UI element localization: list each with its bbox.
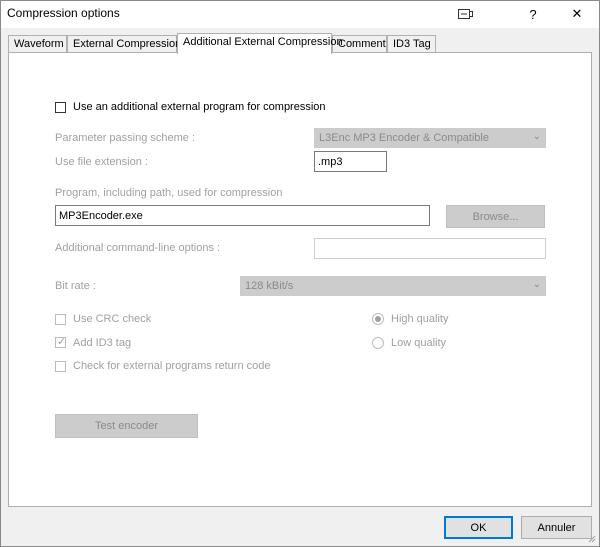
- radio-dot-icon: [375, 316, 381, 322]
- high-quality-radio[interactable]: [372, 313, 384, 325]
- bitrate-select[interactable]: 128 kBit/s ⌄: [240, 276, 546, 296]
- crc-check-label: Use CRC check: [73, 313, 152, 325]
- high-quality-label: High quality: [391, 313, 449, 325]
- program-path-input[interactable]: MP3Encoder.exe: [55, 205, 430, 226]
- title-bar: Compression options ? ✕: [0, 0, 600, 28]
- browse-button[interactable]: Browse...: [446, 205, 545, 228]
- context-help-icon[interactable]: [443, 0, 489, 28]
- param-scheme-label: Parameter passing scheme :: [55, 132, 196, 144]
- low-quality-radio[interactable]: [372, 337, 384, 349]
- tab-waveform[interactable]: Waveform: [8, 35, 67, 52]
- tab-external-compression[interactable]: External Compression: [67, 35, 181, 52]
- help-button[interactable]: ?: [510, 0, 556, 28]
- tab-additional-external-compression[interactable]: Additional External Compression: [177, 33, 343, 54]
- bitrate-label: Bit rate :: [55, 280, 96, 292]
- file-extension-label: Use file extension :: [55, 156, 148, 168]
- checkmark-icon: ✓: [57, 336, 67, 348]
- tab-id3-tag[interactable]: ID3 Tag: [387, 35, 436, 52]
- window-title: Compression options: [7, 6, 120, 20]
- cancel-button[interactable]: Annuler: [521, 516, 592, 539]
- file-extension-value: .mp3: [318, 156, 343, 168]
- return-code-label: Check for external programs return code: [73, 360, 271, 372]
- close-button[interactable]: ✕: [554, 0, 600, 28]
- return-code-checkbox[interactable]: [55, 361, 66, 372]
- file-extension-input[interactable]: .mp3: [314, 151, 387, 172]
- crc-check-checkbox[interactable]: [55, 314, 66, 325]
- program-path-label: Program, including path, used for compre…: [55, 187, 283, 199]
- add-id3-tag-checkbox[interactable]: ✓: [55, 336, 67, 348]
- chevron-down-icon: ⌄: [532, 131, 541, 142]
- add-id3-tag-label: Add ID3 tag: [73, 337, 132, 349]
- program-path-value: MP3Encoder.exe: [59, 210, 143, 222]
- cmdline-options-label: Additional command-line options :: [55, 242, 221, 254]
- chevron-down-icon: ⌄: [532, 279, 541, 290]
- param-scheme-value: L3Enc MP3 Encoder & Compatible: [319, 132, 489, 144]
- use-additional-program-label: Use an additional external program for c…: [73, 101, 326, 113]
- cmdline-options-input[interactable]: [314, 238, 546, 259]
- param-scheme-select[interactable]: L3Enc MP3 Encoder & Compatible ⌄: [314, 128, 546, 148]
- bitrate-value: 128 kBit/s: [245, 280, 294, 292]
- low-quality-label: Low quality: [391, 337, 447, 349]
- test-encoder-button[interactable]: Test encoder: [55, 414, 198, 438]
- ok-button[interactable]: OK: [444, 516, 513, 539]
- resize-grip-icon[interactable]: [586, 533, 596, 543]
- use-additional-program-checkbox[interactable]: [55, 102, 66, 113]
